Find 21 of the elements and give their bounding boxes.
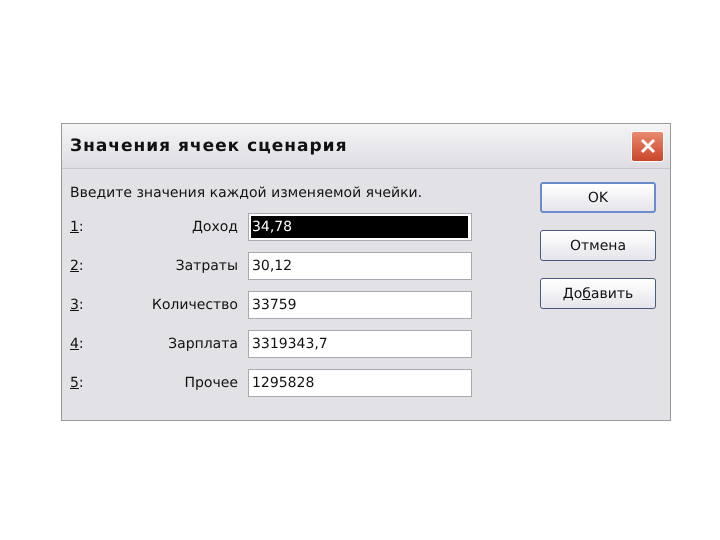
row-number: 3: <box>70 296 85 312</box>
close-button[interactable] <box>631 130 664 162</box>
input-field[interactable]: 3319343,7 <box>248 330 472 358</box>
dialog-button[interactable]: Отмена <box>540 230 656 261</box>
input-field[interactable]: 1295828 <box>248 368 472 396</box>
row-number: 2: <box>70 258 85 274</box>
prompt-text: Введите значения каждой изменяемой ячейки. <box>70 184 424 203</box>
field-label: Доход <box>190 218 238 234</box>
row-number: 5: <box>70 374 85 390</box>
row-number: 4: <box>70 336 85 352</box>
input-field[interactable]: 33759 <box>248 290 472 318</box>
dialog-button[interactable]: Добавить <box>540 278 656 309</box>
window-title: Значения ячеек сценария <box>70 136 348 156</box>
field-label: Зарплата <box>167 336 238 352</box>
field-label: Затраты <box>174 258 238 274</box>
row-number: 1: <box>70 218 85 234</box>
input-field[interactable]: 34,78 <box>248 212 472 240</box>
dialog-button[interactable]: OK <box>540 182 656 213</box>
field-label: Прочее <box>184 374 238 390</box>
field-label: Количество <box>150 296 238 312</box>
input-field[interactable]: 30,12 <box>248 252 472 280</box>
